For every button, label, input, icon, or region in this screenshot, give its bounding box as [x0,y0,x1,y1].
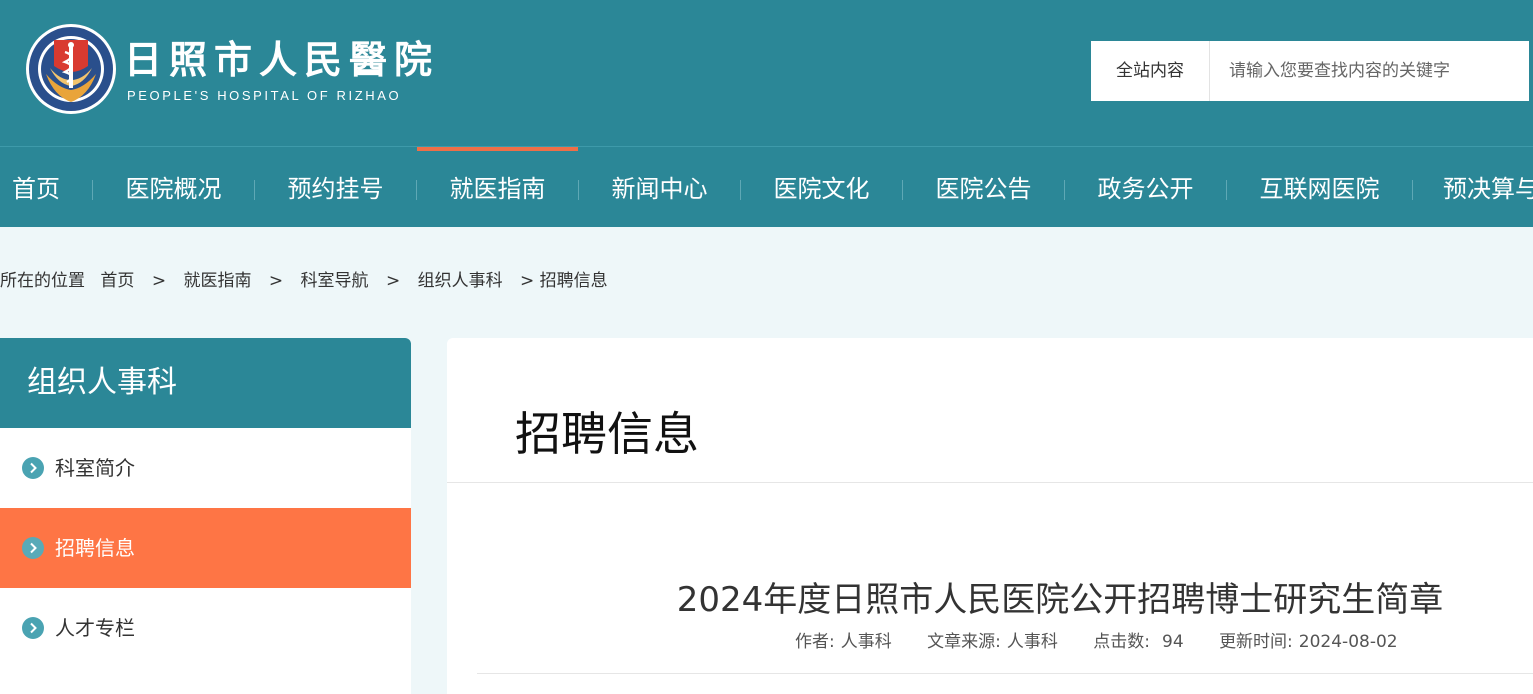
sidebar-item-label: 人才专栏 [55,616,135,640]
clicks-value: 94 [1162,632,1184,652]
breadcrumb-separator: > [385,271,401,291]
sidebar-item-label: 科室简介 [55,456,135,480]
site-search: 全站内容 [1091,41,1529,101]
breadcrumb-link-department-nav[interactable]: 科室导航 [301,270,369,292]
article-updated: 更新时间: 2024-08-02 [1219,632,1398,652]
breadcrumb-link-patient-guide[interactable]: 就医指南 [183,270,251,292]
chevron-right-circle-icon [22,617,44,639]
nav-item-hospital-culture[interactable]: 医院文化 [741,147,902,227]
search-scope-select[interactable]: 全站内容 [1091,41,1210,101]
article-divider [477,673,1533,674]
search-input[interactable] [1211,41,1529,101]
sidebar-item-department-intro[interactable]: 科室简介 [0,428,411,508]
nav-item-patient-guide[interactable]: 就医指南 [417,147,578,227]
breadcrumb-separator: > [151,271,167,291]
author-label: 作者: [795,632,835,652]
author-value: 人事科 [840,632,892,652]
sidebar: 组织人事科 科室简介 招聘信息 人才专栏 [0,338,411,694]
sidebar-item-label: 招聘信息 [55,536,135,560]
nav-item-hospital-overview[interactable]: 医院概况 [93,147,254,227]
main-nav: 首页 医院概况 预约挂号 就医指南 新闻中心 医院文化 医院公告 政务公开 互联… [0,146,1533,227]
article-source: 文章来源: 人事科 [927,632,1058,652]
nav-item-news-center[interactable]: 新闻中心 [579,147,740,227]
sidebar-item-recruitment[interactable]: 招聘信息 [0,508,411,588]
site-header: 日照市人民醫院 PEOPLE'S HOSPITAL OF RIZHAO 全站内容 [0,0,1533,146]
breadcrumb-separator: > [520,271,535,291]
nav-item-appointment[interactable]: 预约挂号 [255,147,416,227]
breadcrumb-prefix: 所在的位置 [0,271,85,291]
section-title: 招聘信息 [515,407,699,461]
breadcrumb-link-hr-department[interactable]: 组织人事科 [418,270,503,292]
breadcrumb: 所在的位置 首页 > 就医指南 > 科室导航 > 组织人事科 > 招聘信息 [0,270,608,292]
logo-title-chinese: 日照市人民醫院 [124,37,440,82]
nav-item-internet-hospital[interactable]: 互联网医院 [1227,147,1412,227]
nav-item-announcements[interactable]: 医院公告 [903,147,1064,227]
nav-item-budget[interactable]: 预决算与 [1413,147,1533,227]
article-title: 2024年度日照市人民医院公开招聘博士研究生简章 [676,580,1444,620]
logo-title-english: PEOPLE'S HOSPITAL OF RIZHAO [127,88,402,103]
sidebar-item-talent-column[interactable]: 人才专栏 [0,588,411,668]
content-panel-header: 招聘信息 [447,338,1533,483]
sidebar-title: 组织人事科 [0,338,411,428]
site-logo[interactable]: 日照市人民醫院 PEOPLE'S HOSPITAL OF RIZHAO [24,22,444,117]
content-panel: 招聘信息 2024年度日照市人民医院公开招聘博士研究生简章 作者: 人事科 文章来… [447,338,1533,694]
article-author: 作者: 人事科 [795,632,892,652]
chevron-right-circle-icon [22,457,44,479]
hospital-emblem-icon [26,24,116,114]
nav-item-government-affairs[interactable]: 政务公开 [1065,147,1226,227]
breadcrumb-separator: > [268,271,284,291]
clicks-label: 点击数: [1093,632,1151,652]
chevron-right-circle-icon [22,537,44,559]
source-value: 人事科 [1006,632,1058,652]
nav-item-home[interactable]: 首页 [0,147,72,227]
breadcrumb-current: 招聘信息 [539,271,608,291]
updated-label: 更新时间: [1219,632,1293,652]
article-meta: 作者: 人事科 文章来源: 人事科 点击数: 94 更新时间: 2024-08-02 [795,630,1398,654]
article-clicks: 点击数: 94 [1093,632,1183,652]
source-label: 文章来源: [927,632,1001,652]
updated-value: 2024-08-02 [1298,632,1398,652]
breadcrumb-link-home[interactable]: 首页 [100,270,134,292]
